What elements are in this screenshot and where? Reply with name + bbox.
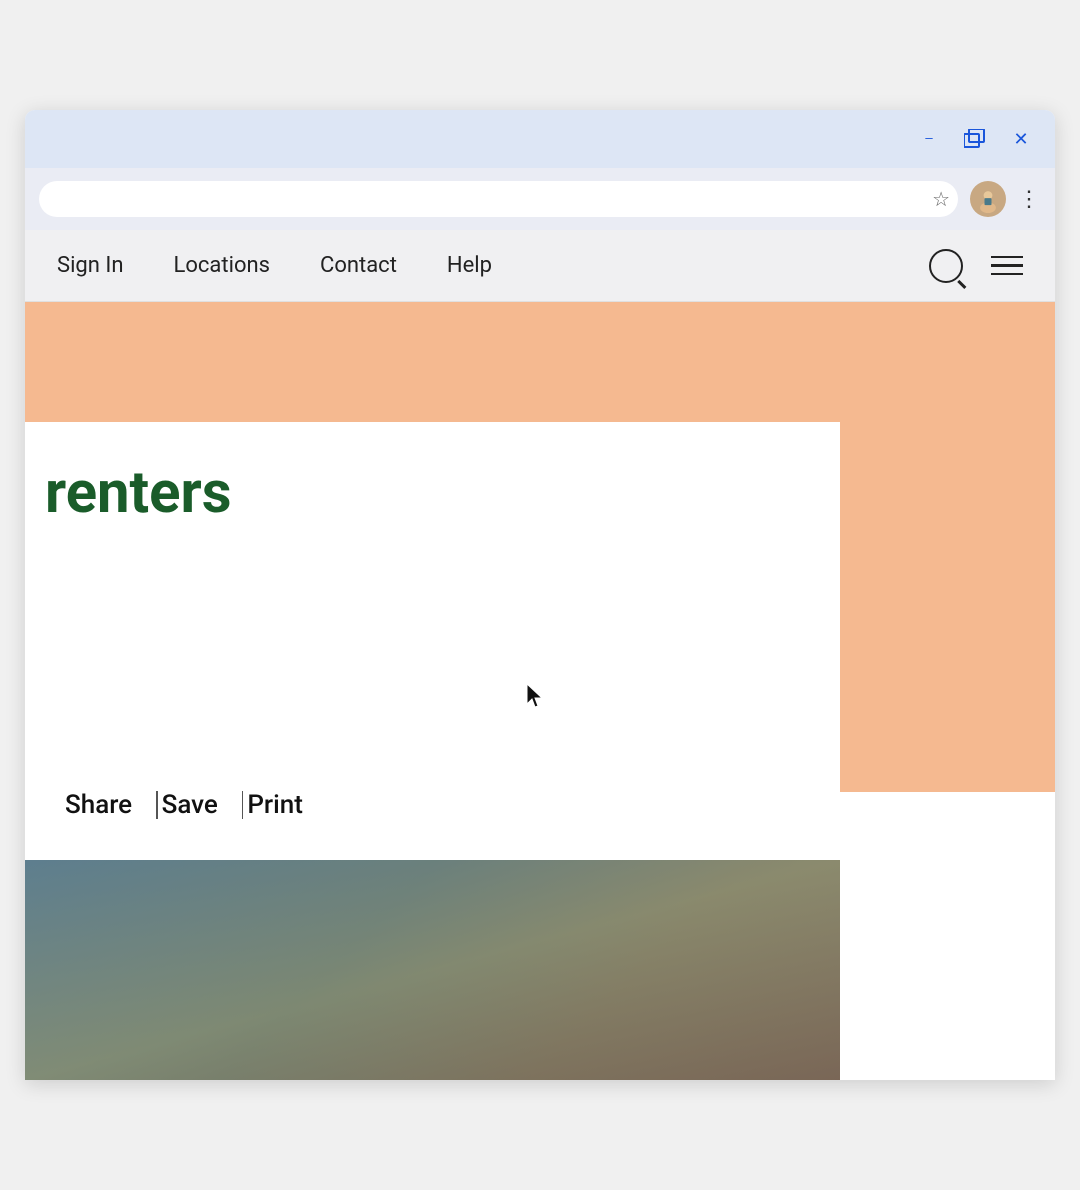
right-sidebar-orange [840,302,1055,792]
action-links: Share Save Print [45,790,810,820]
nav-item-contact[interactable]: Contact [320,253,397,278]
hamburger-icon[interactable] [991,256,1023,276]
cursor-icon [525,682,547,710]
right-sidebar-white [840,792,1055,1080]
minimize-button[interactable]: − [915,125,943,153]
nav-icons [929,249,1023,283]
nav-items: Sign In Locations Contact Help [57,253,929,278]
profile-avatar[interactable] [970,181,1006,217]
restore-icon [964,129,986,149]
divider-1 [156,791,158,819]
content-box: renters Share Save Print [25,422,840,860]
right-sidebar [840,302,1055,1080]
page-content: renters Share Save Print [25,302,1055,1080]
title-bar: − ✕ [25,110,1055,168]
browser-window: − ✕ ☆ ⋮ Sign [25,110,1055,1080]
nav-item-help[interactable]: Help [447,253,492,278]
hero-banner [25,302,840,422]
hero-photo [25,860,840,1080]
avatar-image [974,185,1002,213]
search-icon[interactable] [929,249,963,283]
nav-item-locations[interactable]: Locations [174,253,270,278]
hero-title: renters [45,462,810,526]
address-bar-row: ☆ ⋮ [25,168,1055,230]
print-link[interactable]: Print [247,790,323,820]
photo-overlay [25,860,840,1080]
nav-item-sign-in[interactable]: Sign In [57,253,124,278]
address-bar[interactable]: ☆ [39,181,958,217]
share-link[interactable]: Share [45,790,152,820]
bookmark-icon[interactable]: ☆ [932,187,950,211]
main-content: renters Share Save Print [25,302,840,1080]
save-link[interactable]: Save [162,790,238,820]
divider-2 [242,791,244,819]
restore-button[interactable] [961,125,989,153]
site-nav: Sign In Locations Contact Help [25,230,1055,302]
close-button[interactable]: ✕ [1007,125,1035,153]
browser-menu-button[interactable]: ⋮ [1018,187,1041,212]
